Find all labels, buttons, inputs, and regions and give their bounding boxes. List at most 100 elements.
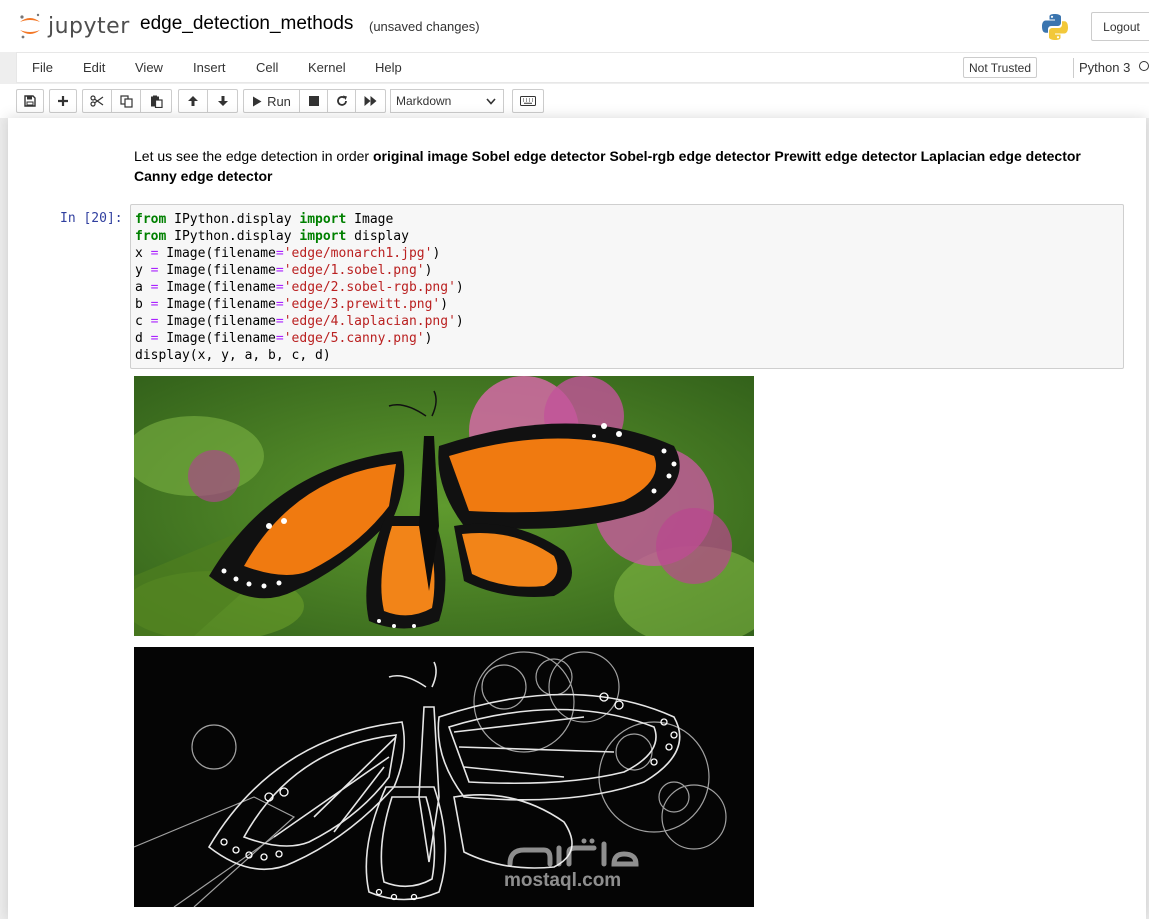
header: jupyter edge_detection_methods (unsaved …: [0, 0, 1149, 52]
code-token: =: [275, 246, 284, 261]
code-token: 'edge/3.prewitt.png': [283, 297, 441, 312]
keyboard-icon: [520, 96, 536, 106]
restart-run-all-button[interactable]: [355, 89, 386, 113]
run-label: Run: [267, 93, 291, 109]
cut-icon: [90, 95, 104, 107]
code-token: ): [455, 280, 464, 295]
jupyter-logo[interactable]: jupyter: [18, 10, 130, 42]
fast-forward-icon: [364, 96, 377, 106]
move-up-button[interactable]: [178, 89, 208, 113]
interrupt-button[interactable]: [299, 89, 328, 113]
plus-icon: [58, 96, 68, 106]
output-image-sobel: [134, 647, 754, 907]
code-line: d = Image(filename='edge/5.canny.png'): [135, 330, 1119, 347]
arrow-down-icon: [217, 96, 228, 106]
code-token: x: [135, 246, 151, 261]
code-line: y = Image(filename='edge/1.sobel.png'): [135, 262, 1119, 279]
code-line: x = Image(filename='edge/monarch1.jpg'): [135, 245, 1119, 262]
code-token: 'edge/4.laplacian.png': [283, 314, 456, 329]
paste-icon: [150, 95, 163, 108]
kernel-name[interactable]: Python 3: [1079, 60, 1130, 75]
copy-button[interactable]: [111, 89, 141, 113]
code-token: Image(filename: [158, 314, 276, 329]
code-token: a: [135, 280, 151, 295]
not-trusted-button[interactable]: Not Trusted: [963, 57, 1038, 78]
watermark-text: mostaql.com: [504, 870, 622, 891]
menubar: File Edit View Insert Cell Kernel Help N…: [16, 52, 1149, 83]
code-token: c: [135, 314, 151, 329]
output-image-original: [134, 376, 754, 636]
cut-button[interactable]: [82, 89, 112, 113]
code-line: display(x, y, a, b, c, d): [135, 347, 1119, 364]
code-token: display(x, y, a, b, c, d): [135, 348, 331, 363]
restart-button[interactable]: [327, 89, 356, 113]
code-line: from IPython.display import display: [135, 228, 1119, 245]
markdown-cell[interactable]: Let us see the edge detection in order o…: [134, 146, 1094, 186]
code-token: from: [135, 229, 167, 244]
save-icon: [24, 95, 36, 107]
paste-button[interactable]: [140, 89, 172, 113]
menu-kernel[interactable]: Kernel: [308, 60, 346, 75]
save-button[interactable]: [16, 89, 44, 113]
code-token: 'edge/5.canny.png': [283, 331, 425, 346]
kernel-idle-icon: [1139, 61, 1149, 71]
code-token: =: [275, 314, 284, 329]
code-token: IPython.display: [166, 212, 300, 227]
jupyter-logo-icon: [20, 13, 40, 39]
cell-type-select[interactable]: Markdown: [390, 89, 504, 113]
notebook-container: Let us see the edge detection in order o…: [8, 118, 1146, 919]
code-token: display: [346, 229, 409, 244]
code-line: a = Image(filename='edge/2.sobel-rgb.png…: [135, 279, 1119, 296]
code-token: =: [275, 297, 284, 312]
play-icon: [253, 96, 262, 106]
restart-icon: [336, 95, 347, 106]
code-token: ): [440, 297, 449, 312]
python-logo-icon: [1040, 12, 1070, 47]
code-token: =: [275, 263, 284, 278]
code-token: ): [424, 331, 433, 346]
toolbar: Run Markdown: [0, 84, 1149, 118]
menu-cell[interactable]: Cell: [256, 60, 278, 75]
run-button[interactable]: Run: [243, 89, 300, 113]
code-token: ): [424, 263, 433, 278]
command-palette-button[interactable]: [512, 89, 544, 113]
stop-icon: [308, 96, 319, 106]
code-token: IPython.display: [166, 229, 300, 244]
code-token: 'edge/1.sobel.png': [283, 263, 425, 278]
code-token: Image: [346, 212, 394, 227]
code-token: import: [299, 212, 347, 227]
code-token: y: [135, 263, 151, 278]
input-prompt: In [20]:: [60, 211, 123, 226]
code-token: Image(filename: [158, 280, 276, 295]
logout-button[interactable]: Logout: [1091, 12, 1149, 41]
copy-icon: [119, 94, 133, 108]
save-status: (unsaved changes): [369, 19, 480, 34]
kernel-separator: [1073, 58, 1074, 78]
code-token: 'edge/monarch1.jpg': [283, 246, 433, 261]
insert-cell-button[interactable]: [49, 89, 77, 113]
code-token: d: [135, 331, 151, 346]
code-token: Image(filename: [158, 297, 276, 312]
code-token: =: [275, 331, 284, 346]
menu-file[interactable]: File: [32, 60, 53, 75]
menu-insert[interactable]: Insert: [193, 60, 226, 75]
code-token: b: [135, 297, 151, 312]
menu-edit[interactable]: Edit: [83, 60, 105, 75]
code-token: Image(filename: [158, 246, 276, 261]
menu-view[interactable]: View: [135, 60, 163, 75]
code-token: 'edge/2.sobel-rgb.png': [283, 280, 456, 295]
code-token: =: [275, 280, 284, 295]
move-down-button[interactable]: [207, 89, 238, 113]
code-line: c = Image(filename='edge/4.laplacian.png…: [135, 313, 1119, 330]
code-token: Image(filename: [158, 331, 276, 346]
code-cell-editor[interactable]: from IPython.display import Image from IP…: [130, 204, 1124, 369]
markdown-intro-text: Let us see the edge detection in order: [134, 148, 373, 164]
code-line: from IPython.display import Image: [135, 211, 1119, 228]
chevron-down-icon: [486, 98, 496, 105]
code-token: ): [432, 246, 441, 261]
menu-help[interactable]: Help: [375, 60, 402, 75]
code-token: from: [135, 212, 167, 227]
code-token: import: [299, 229, 347, 244]
notebook-title[interactable]: edge_detection_methods: [140, 13, 353, 35]
code-line: b = Image(filename='edge/3.prewitt.png'): [135, 296, 1119, 313]
